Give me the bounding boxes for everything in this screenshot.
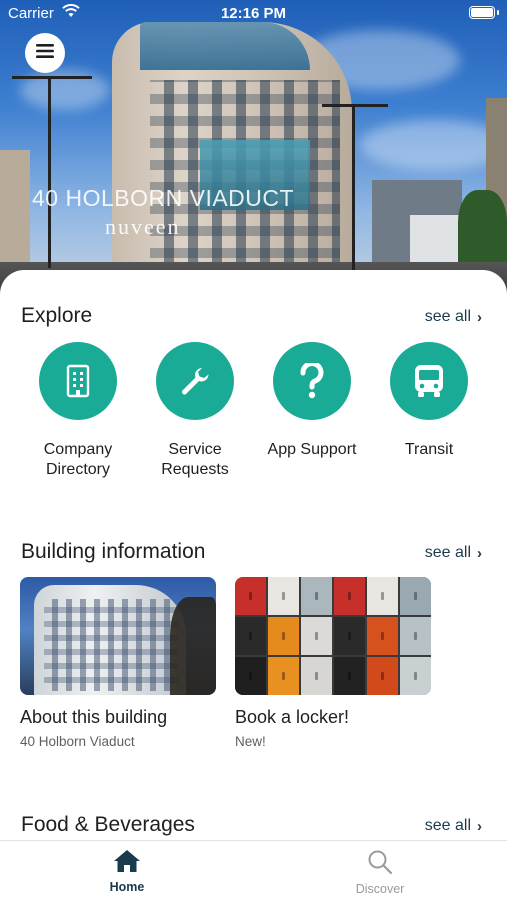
- explore-app-support[interactable]: App Support: [262, 342, 362, 460]
- hero-image: 40 HOLBORN VIADUCT nuveen: [0, 0, 507, 300]
- menu-button[interactable]: [25, 33, 65, 73]
- status-bar: Carrier 12:16 PM: [0, 0, 507, 28]
- brand-logo: nuveen: [105, 214, 181, 239]
- tab-discover[interactable]: Discover: [320, 849, 440, 896]
- explore-label: Service Requests: [161, 441, 229, 478]
- content-sheet: Explore see all › Company Directory Serv…: [0, 270, 507, 840]
- tab-label: Home: [109, 880, 145, 894]
- explore-service-requests[interactable]: Service Requests: [145, 342, 245, 480]
- hamburger-icon: [36, 43, 54, 63]
- explore-see-all-link[interactable]: see all ›: [425, 308, 482, 326]
- card-subtitle: 40 Holborn Viaduct: [20, 734, 135, 749]
- building-icon: [39, 342, 117, 420]
- see-all-label: see all: [424, 308, 471, 325]
- explore-title: Explore: [21, 304, 93, 327]
- see-all-label: see all: [424, 817, 471, 834]
- explore-label: Company Directory: [43, 441, 113, 478]
- building-info-title: Building information: [21, 540, 206, 563]
- food-see-all-link[interactable]: see all ›: [425, 817, 482, 835]
- food-title: Food & Beverages: [21, 813, 195, 836]
- card-book-locker[interactable]: Book a locker! New!: [235, 577, 431, 749]
- tab-home[interactable]: Home: [67, 849, 187, 894]
- question-icon: [273, 342, 351, 420]
- building-photo: [20, 577, 216, 695]
- explore-label: App Support: [267, 441, 357, 458]
- bus-icon: [390, 342, 468, 420]
- chevron-right-icon: ›: [477, 544, 482, 562]
- explore-transit[interactable]: Transit: [379, 342, 479, 460]
- chevron-right-icon: ›: [477, 308, 482, 326]
- card-subtitle: New!: [235, 734, 266, 749]
- battery-icon: [469, 6, 495, 19]
- card-title: About this building: [20, 707, 168, 727]
- locker-photo: [235, 577, 431, 695]
- explore-label: Transit: [404, 441, 454, 458]
- card-title: Book a locker!: [235, 707, 350, 727]
- card-about-building[interactable]: About this building 40 Holborn Viaduct: [20, 577, 216, 749]
- home-icon: [113, 850, 141, 877]
- wrench-icon: [156, 342, 234, 420]
- tab-label: Discover: [355, 882, 405, 896]
- building-name-overlay: 40 HOLBORN VIADUCT: [32, 185, 295, 211]
- building-info-see-all-link[interactable]: see all ›: [425, 544, 482, 562]
- search-icon: [367, 850, 393, 879]
- see-all-label: see all: [424, 544, 471, 561]
- explore-company-directory[interactable]: Company Directory: [28, 342, 128, 480]
- chevron-right-icon: ›: [477, 817, 482, 835]
- clock: 12:16 PM: [220, 5, 287, 22]
- tab-bar: Home Discover: [0, 840, 507, 900]
